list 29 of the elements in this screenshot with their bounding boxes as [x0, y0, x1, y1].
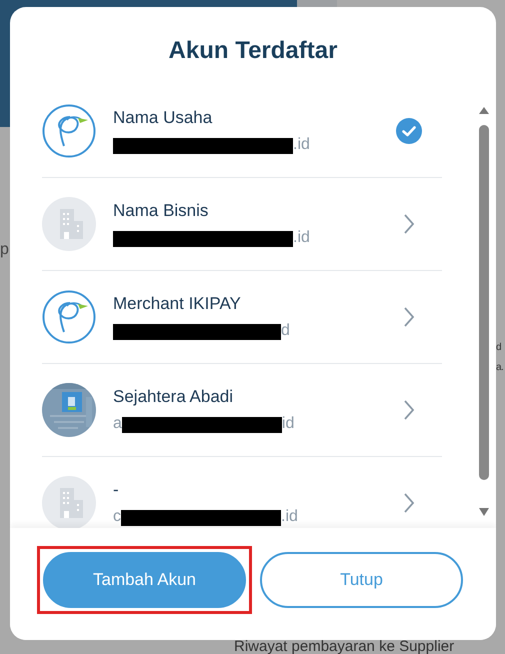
check-icon: [396, 118, 422, 144]
email-text: .id: [293, 136, 310, 154]
background-text: Riwayat pembayaran ke Supplier: [234, 640, 454, 654]
background-text: p: [0, 240, 9, 260]
logo-icon: [42, 290, 96, 344]
dialog-title: Akun Terdaftar: [168, 37, 338, 65]
account-row[interactable]: Nama Usaha .id: [42, 85, 442, 178]
logo-icon: [42, 104, 96, 158]
background-text: a.: [496, 362, 504, 374]
email-text: c: [113, 508, 121, 526]
building-icon: [42, 197, 96, 251]
account-row[interactable]: Nama Bisnis .id: [42, 178, 442, 271]
background-text: d: [496, 342, 502, 354]
account-name: Nama Bisnis: [113, 201, 210, 221]
email-text: .id: [293, 229, 310, 247]
account-name: Nama Usaha: [113, 108, 214, 128]
account-row[interactable]: Merchant IKIPAY d: [42, 271, 442, 364]
chevron-right-icon: [403, 213, 415, 235]
email-text: a: [113, 415, 122, 433]
chevron-right-icon: [403, 492, 415, 514]
email-text: id: [282, 415, 294, 433]
account-name: -: [113, 480, 120, 500]
email-text: d: [281, 322, 290, 340]
account-name: Merchant IKIPAY: [113, 294, 242, 314]
account-name: Sejahtera Abadi: [113, 387, 234, 407]
chevron-right-icon: [403, 399, 415, 421]
email-text: .id: [281, 508, 298, 526]
account-row[interactable]: Sejahtera Abadi a id: [42, 364, 442, 457]
chevron-right-icon: [403, 306, 415, 328]
